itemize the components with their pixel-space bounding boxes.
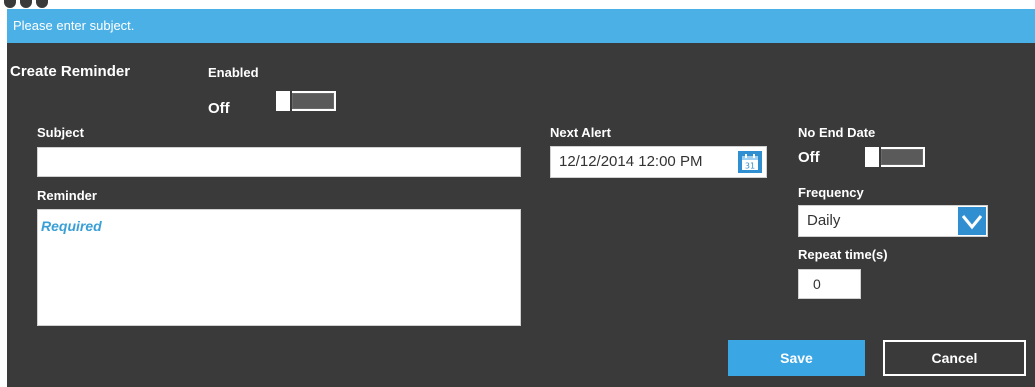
validation-banner: Please enter subject. [7, 9, 1035, 43]
reminder-placeholder: Required [41, 218, 102, 234]
reminder-textarea[interactable]: Required [37, 209, 521, 326]
create-reminder-panel: Create Reminder Enabled Off Subject Remi… [7, 43, 1035, 387]
reminder-label: Reminder [37, 188, 97, 203]
subject-label: Subject [37, 125, 84, 140]
toggle-thumb [865, 147, 879, 167]
save-button[interactable]: Save [728, 340, 865, 376]
validation-message: Please enter subject. [13, 18, 135, 33]
repeat-label: Repeat time(s) [798, 247, 888, 262]
top-strip [0, 0, 1035, 9]
calendar-icon[interactable]: 31 [738, 151, 762, 173]
no-end-date-label: No End Date [798, 125, 876, 140]
frequency-value: Daily [807, 212, 841, 229]
repeat-input[interactable]: 0 [798, 269, 861, 299]
enabled-toggle[interactable] [276, 91, 336, 111]
chevron-down-icon[interactable] [958, 207, 986, 235]
subject-input[interactable] [37, 147, 521, 177]
enabled-label: Enabled [208, 65, 259, 80]
logo-fragment [0, 0, 60, 9]
frequency-label: Frequency [798, 185, 864, 200]
enabled-state: Off [208, 100, 230, 117]
page-title: Create Reminder [10, 63, 131, 80]
no-end-date-state: Off [798, 149, 820, 166]
toggle-thumb [276, 91, 290, 111]
no-end-date-toggle[interactable] [865, 147, 925, 167]
repeat-value: 0 [813, 276, 821, 292]
calendar-day: 31 [745, 162, 755, 171]
next-alert-label: Next Alert [550, 125, 611, 140]
cancel-button[interactable]: Cancel [883, 340, 1026, 376]
toggle-track [292, 93, 334, 109]
next-alert-input[interactable]: 12/12/2014 12:00 PM [550, 146, 767, 178]
toggle-track [881, 149, 923, 165]
next-alert-value: 12/12/2014 12:00 PM [559, 153, 703, 170]
